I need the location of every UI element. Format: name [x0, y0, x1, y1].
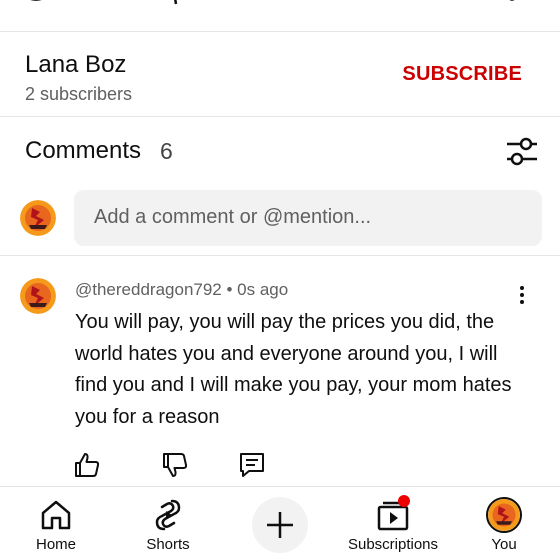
reply-icon[interactable]	[237, 450, 267, 480]
nav-you[interactable]: You	[474, 487, 534, 560]
comments-header: Comments 6	[0, 118, 560, 184]
shorts-icon	[155, 499, 181, 531]
bottom-nav: Home Shorts Subscriptions You	[0, 486, 560, 560]
channel-row: Lana Boz 2 subscribers SUBSCRIBE	[0, 33, 560, 117]
dragon-avatar-icon	[488, 499, 520, 531]
comments-title: Comments	[25, 137, 142, 164]
dragon-avatar-icon	[20, 278, 56, 314]
channel-name[interactable]: Lana Boz	[25, 51, 126, 79]
notification-dot	[398, 495, 410, 507]
plus-icon	[267, 512, 293, 538]
add-comment-input[interactable]: Add a comment or @mention...	[74, 190, 542, 246]
comment-item: @thereddragon792 • 0s ago You will pay, …	[0, 262, 560, 484]
subscribe-button[interactable]: SUBSCRIBE	[402, 63, 522, 86]
nav-shorts[interactable]: Shorts	[132, 487, 204, 560]
nav-subscriptions-label: Subscriptions	[347, 536, 439, 553]
avatar	[20, 200, 56, 236]
avatar[interactable]	[20, 278, 56, 314]
add-comment-row: Add a comment or @mention...	[0, 184, 560, 256]
filter-icon[interactable]	[504, 134, 540, 170]
home-icon	[41, 500, 71, 530]
nav-home-label: Home	[35, 536, 76, 553]
avatar	[486, 497, 522, 533]
comments-count: 6	[160, 138, 173, 164]
more-icon-fragment	[509, 0, 515, 1]
create-button[interactable]	[252, 497, 308, 553]
share-icon-fragment	[30, 0, 42, 1]
subscriber-count: 2 subscribers	[25, 84, 133, 104]
dragon-avatar-icon	[20, 200, 56, 236]
dislike-icon-fragment	[174, 0, 178, 5]
dislike-icon[interactable]	[160, 450, 190, 480]
nav-shorts-label: Shorts	[146, 536, 190, 553]
like-icon[interactable]	[72, 450, 102, 480]
video-actions-strip	[0, 0, 560, 32]
more-options-icon[interactable]	[512, 284, 532, 306]
nav-subscriptions[interactable]: Subscriptions	[338, 487, 448, 560]
nav-home[interactable]: Home	[20, 487, 92, 560]
comment-text: You will pay, you will pay the prices yo…	[75, 311, 512, 428]
comment-meta[interactable]: @thereddragon792 • 0s ago	[75, 280, 288, 300]
nav-you-label: You	[491, 536, 517, 553]
